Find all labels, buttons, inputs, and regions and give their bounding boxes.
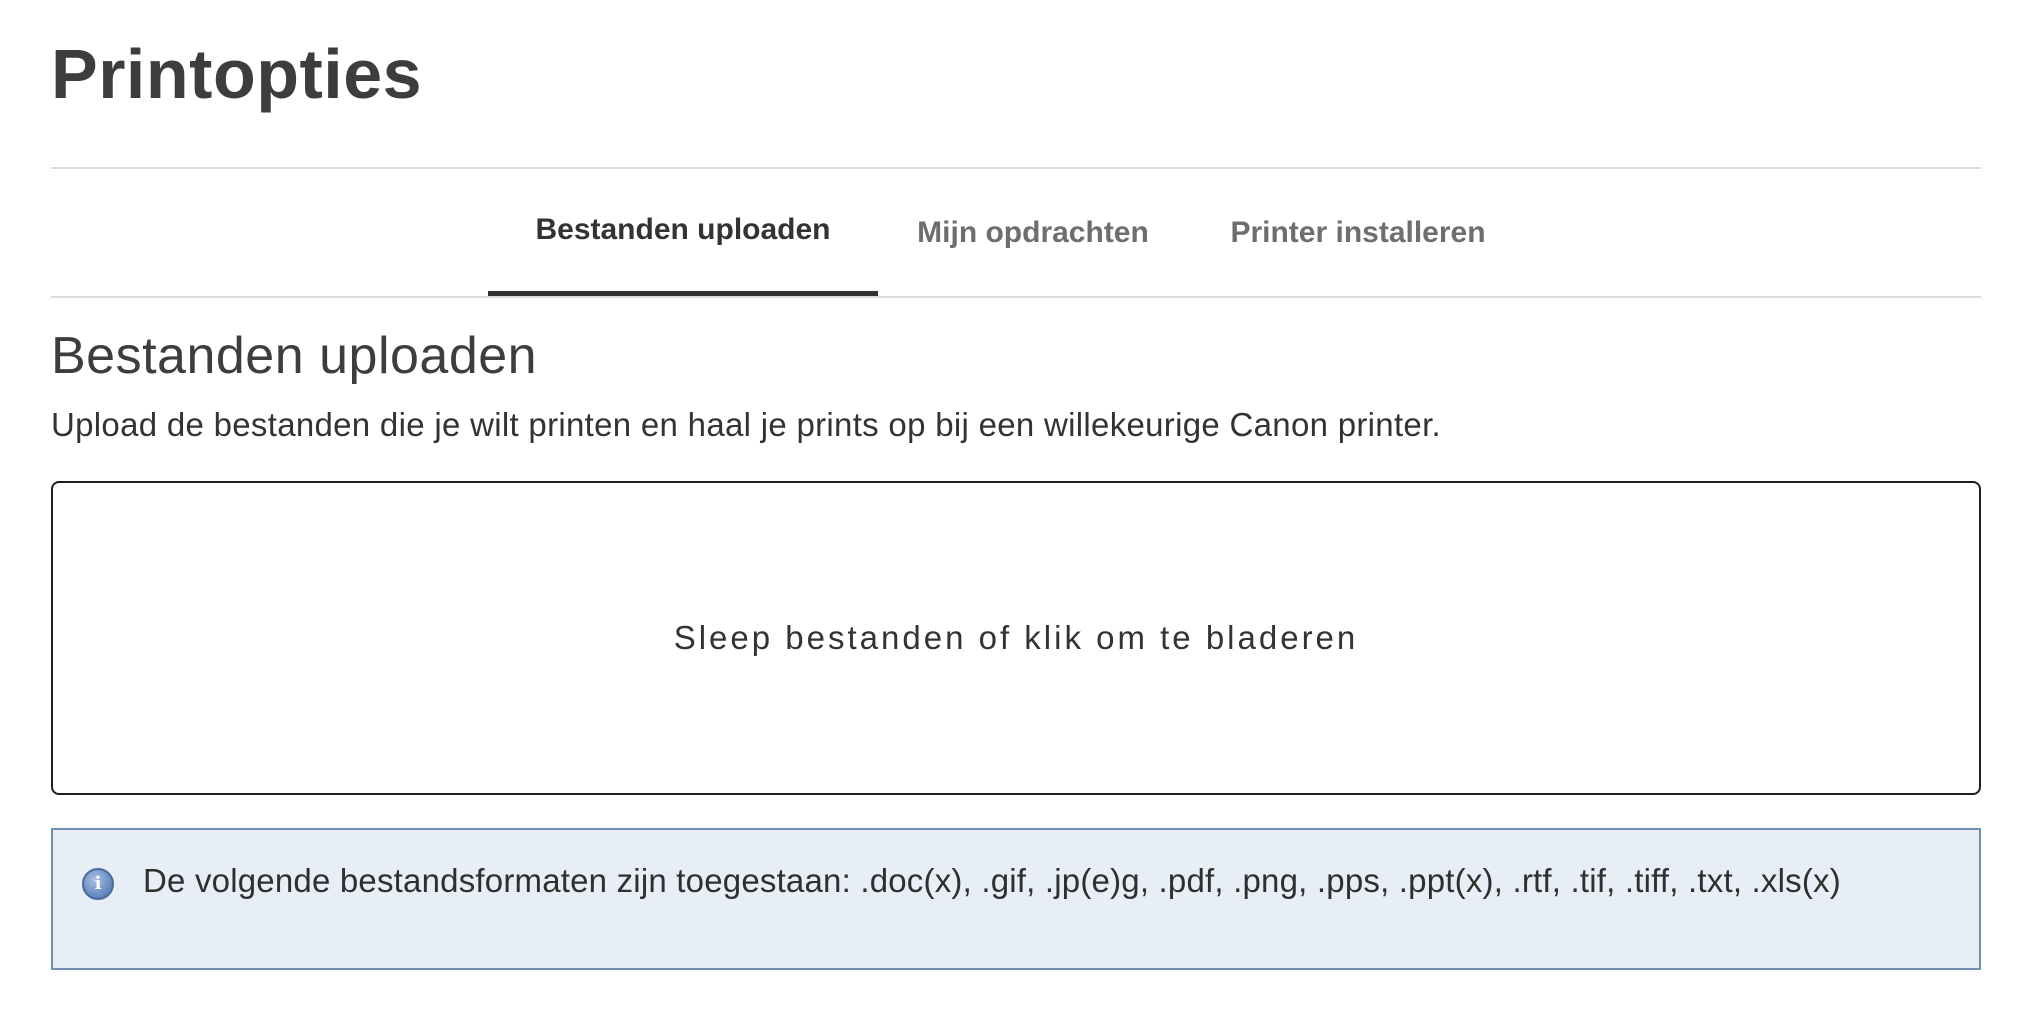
file-dropzone[interactable]: Sleep bestanden of klik om te bladeren — [51, 481, 1981, 795]
page-title: Printopties — [51, 35, 423, 113]
tab-bar: Bestanden uploaden Mijn opdrachten Print… — [51, 169, 1981, 296]
tabs-divider — [51, 296, 1981, 298]
section-title: Bestanden uploaden — [51, 327, 538, 385]
tab-mijn-opdrachten[interactable]: Mijn opdrachten — [878, 169, 1188, 296]
tab-bestanden-uploaden[interactable]: Bestanden uploaden — [488, 169, 878, 296]
print-options-page: Printopties Bestanden uploaden Mijn opdr… — [0, 0, 2032, 1028]
tab-printer-installeren[interactable]: Printer installeren — [1188, 169, 1528, 296]
section-description: Upload de bestanden die je wilt printen … — [51, 406, 1442, 443]
dropzone-label: Sleep bestanden of klik om te bladeren — [673, 619, 1359, 656]
allowed-formats-info: i De volgende bestandsformaten zijn toeg… — [51, 828, 1981, 970]
info-icon: i — [82, 868, 114, 900]
allowed-formats-text: De volgende bestandsformaten zijn toeges… — [143, 862, 1841, 899]
